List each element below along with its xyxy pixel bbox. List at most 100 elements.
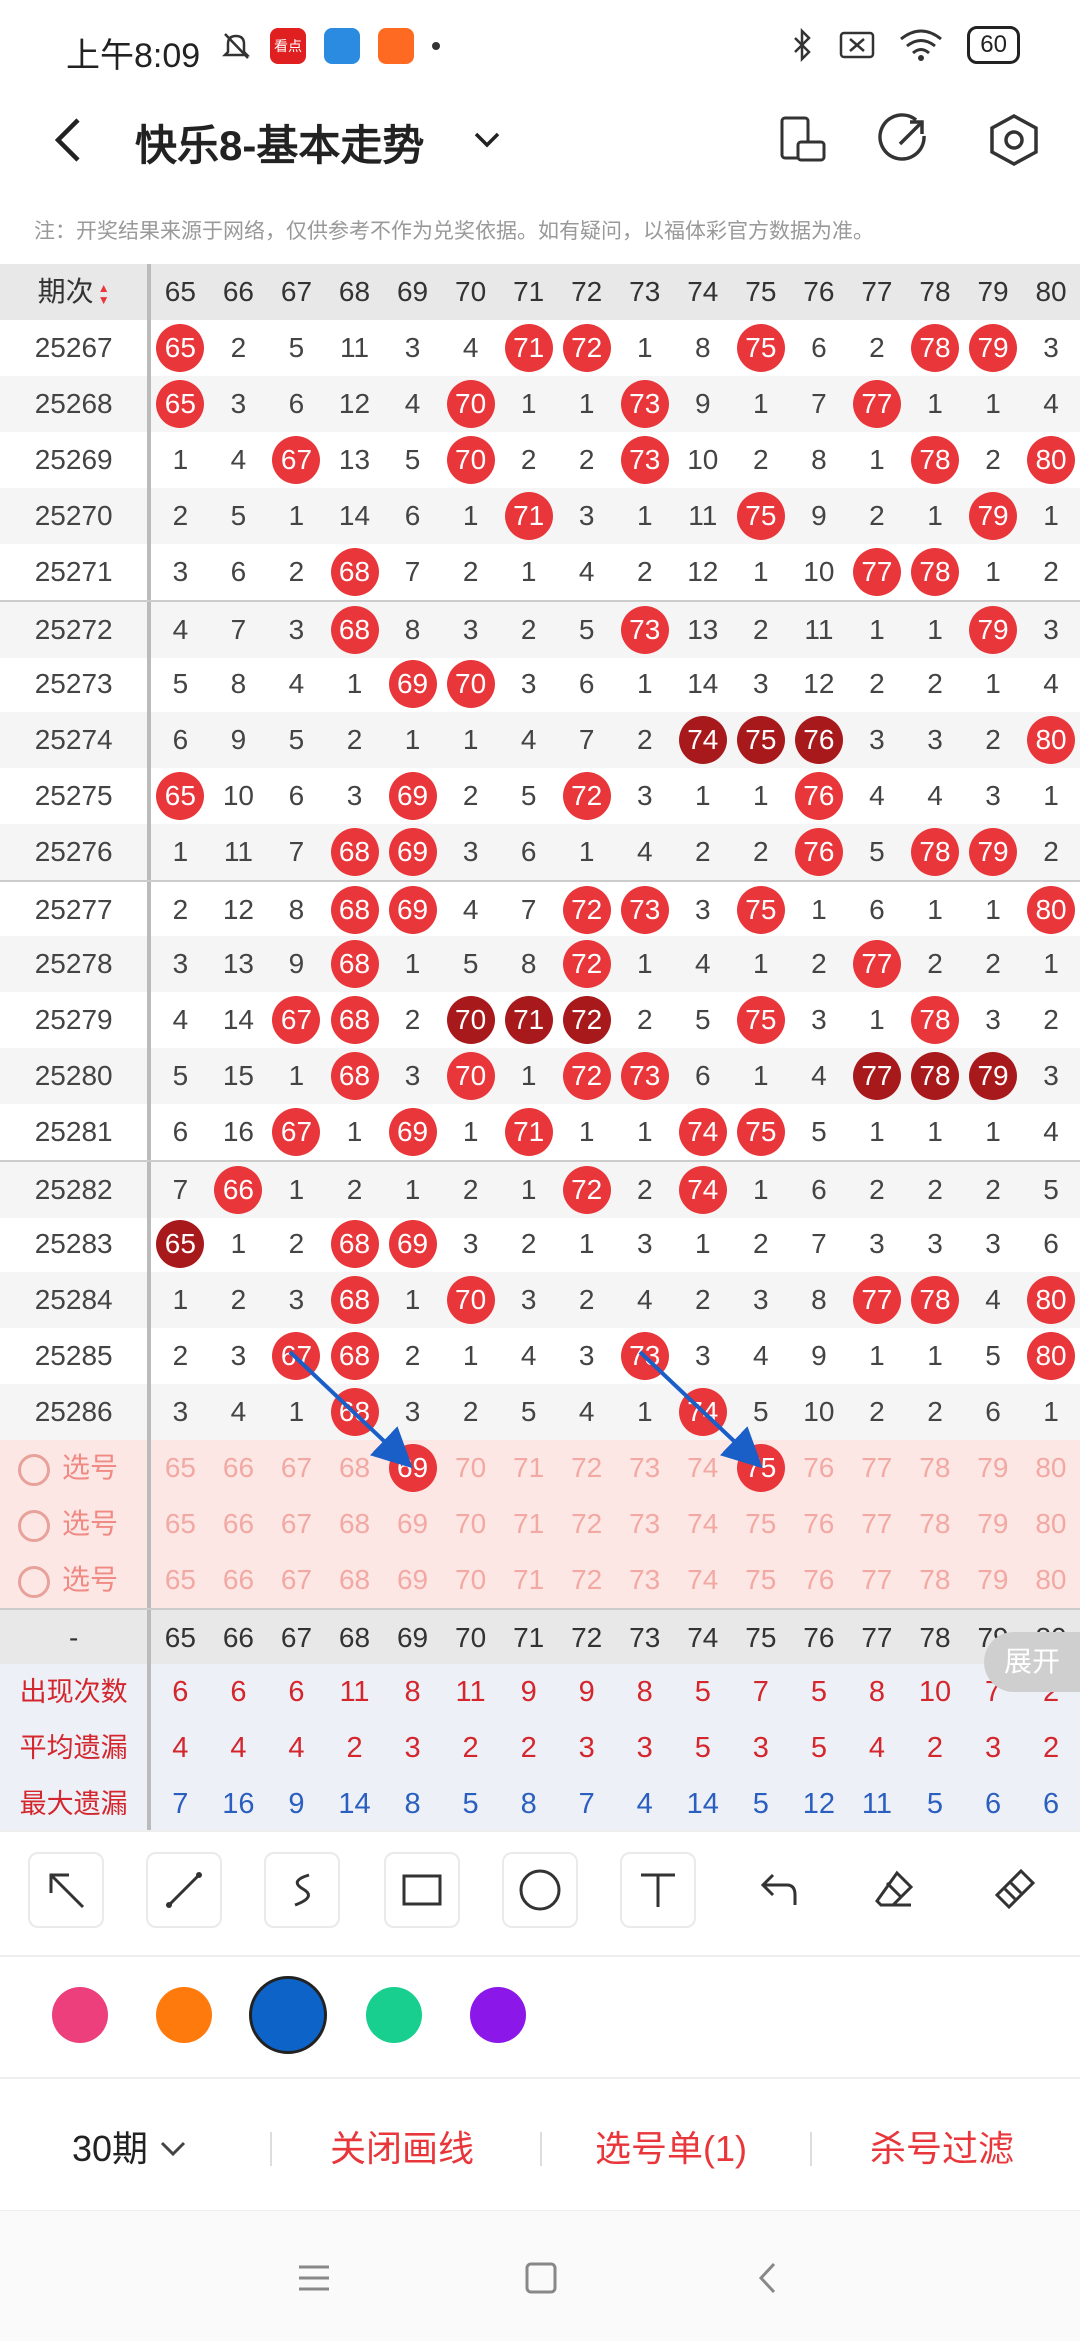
pick-number[interactable]: 75 xyxy=(732,1552,790,1608)
pick-number[interactable]: 74 xyxy=(674,1440,732,1496)
pick-number[interactable]: 71 xyxy=(500,1440,558,1496)
pick-number[interactable]: 75 xyxy=(732,1496,790,1552)
pick-number[interactable]: 79 xyxy=(964,1552,1022,1608)
back-icon[interactable] xyxy=(756,2261,780,2295)
text-tool[interactable] xyxy=(620,1852,696,1928)
kill-number-filter-button[interactable]: 杀号过滤 xyxy=(870,2120,1014,2172)
radio-button[interactable] xyxy=(18,1453,50,1486)
pick-number[interactable]: 79 xyxy=(964,1440,1022,1496)
picked-number-ball[interactable]: 75 xyxy=(736,1444,785,1492)
back-arrow-icon[interactable] xyxy=(44,114,92,166)
table-cell: 4 xyxy=(230,444,247,475)
arrow-tool[interactable] xyxy=(28,1852,104,1928)
radio-button[interactable] xyxy=(18,1565,50,1598)
pick-number[interactable]: 74 xyxy=(674,1496,732,1552)
pick-number[interactable]: 70 xyxy=(442,1496,500,1552)
select-row-toggle[interactable]: 选号 xyxy=(0,1496,152,1552)
pick-number[interactable]: 66 xyxy=(209,1440,267,1496)
pick-number[interactable]: 65 xyxy=(151,1440,209,1496)
pick-number[interactable]: 74 xyxy=(674,1552,732,1608)
table-cell: 4 xyxy=(230,1396,247,1427)
period-number: 25285 xyxy=(0,1328,152,1384)
pick-number[interactable]: 79 xyxy=(964,1496,1022,1552)
pick-number[interactable]: 66 xyxy=(209,1496,267,1552)
period-number: 25276 xyxy=(0,824,152,880)
settings-icon[interactable] xyxy=(986,112,1042,168)
pick-number[interactable]: 67 xyxy=(267,1440,325,1496)
pick-number[interactable]: 77 xyxy=(848,1440,906,1496)
pick-number[interactable]: 72 xyxy=(558,1440,616,1496)
pick-number[interactable]: 76 xyxy=(790,1496,848,1552)
pick-number[interactable]: 75 xyxy=(732,1440,790,1496)
pick-number[interactable]: 68 xyxy=(326,1496,384,1552)
line-tool[interactable] xyxy=(146,1852,222,1928)
color-swatch-green[interactable] xyxy=(366,1987,422,2043)
winning-number-ball: 76 xyxy=(794,772,843,820)
pick-number[interactable]: 68 xyxy=(326,1552,384,1608)
color-swatch-pink[interactable] xyxy=(52,1987,108,2043)
pick-number[interactable]: 77 xyxy=(848,1496,906,1552)
color-swatch-blue[interactable] xyxy=(249,1976,327,2054)
pick-number[interactable]: 65 xyxy=(151,1496,209,1552)
table-cell: 77 xyxy=(848,376,906,432)
color-swatch-purple[interactable] xyxy=(470,1987,526,2043)
eraser-tool[interactable] xyxy=(856,1852,932,1928)
pick-number[interactable]: 80 xyxy=(1022,1496,1080,1552)
pick-number[interactable]: 78 xyxy=(906,1440,964,1496)
pick-number[interactable]: 69 xyxy=(384,1440,442,1496)
picked-number-ball[interactable]: 69 xyxy=(388,1444,437,1492)
select-row-toggle[interactable]: 选号 xyxy=(0,1440,152,1496)
pick-number[interactable]: 73 xyxy=(616,1496,674,1552)
close-drawing-button[interactable]: 关闭画线 xyxy=(330,2120,474,2172)
period-select[interactable]: 30期 xyxy=(72,2120,188,2172)
chevron-down-icon[interactable] xyxy=(470,122,504,156)
period-header[interactable]: 期次 ▲▼ xyxy=(0,264,152,320)
share-icon[interactable] xyxy=(876,112,932,168)
pick-number[interactable]: 76 xyxy=(790,1552,848,1608)
select-row-toggle[interactable]: 选号 xyxy=(0,1552,152,1608)
pick-number[interactable]: 76 xyxy=(790,1440,848,1496)
pick-number[interactable]: 80 xyxy=(1022,1552,1080,1608)
pick-number[interactable]: 72 xyxy=(558,1552,616,1608)
pick-number[interactable]: 69 xyxy=(384,1496,442,1552)
pick-number[interactable]: 70 xyxy=(442,1552,500,1608)
pick-number[interactable]: 65 xyxy=(151,1552,209,1608)
circle-tool[interactable] xyxy=(502,1852,578,1928)
table-cell: 76 xyxy=(790,712,848,768)
pick-list-button[interactable]: 选号单(1) xyxy=(595,2120,747,2172)
pick-number[interactable]: 71 xyxy=(500,1552,558,1608)
pick-number[interactable]: 71 xyxy=(500,1496,558,1552)
pick-number[interactable]: 80 xyxy=(1022,1440,1080,1496)
pick-number[interactable]: 72 xyxy=(558,1496,616,1552)
pick-number[interactable]: 66 xyxy=(209,1552,267,1608)
expand-button[interactable]: 展开 xyxy=(984,1632,1080,1692)
page-title[interactable]: 快乐8-基本走势 xyxy=(135,112,424,173)
pick-number[interactable]: 67 xyxy=(267,1496,325,1552)
clear-tool[interactable] xyxy=(976,1852,1052,1928)
pick-number[interactable]: 67 xyxy=(267,1552,325,1608)
pick-number[interactable]: 77 xyxy=(848,1552,906,1608)
curve-tool[interactable] xyxy=(264,1852,340,1928)
rotate-screen-icon[interactable] xyxy=(774,112,830,168)
pick-number[interactable]: 78 xyxy=(906,1496,964,1552)
sort-icon[interactable]: ▲▼ xyxy=(98,282,110,306)
color-swatch-orange[interactable] xyxy=(156,1987,212,2043)
menu-icon[interactable] xyxy=(296,2263,332,2293)
period-number: 25275 xyxy=(0,768,152,824)
radio-button[interactable] xyxy=(18,1509,50,1542)
home-icon[interactable] xyxy=(524,2261,558,2295)
pick-number[interactable]: 73 xyxy=(616,1440,674,1496)
table-cell: 1 xyxy=(636,668,653,699)
pick-number[interactable]: 73 xyxy=(616,1552,674,1608)
pick-number[interactable]: 69 xyxy=(384,1552,442,1608)
pick-number[interactable]: 70 xyxy=(442,1440,500,1496)
stat-value: 4 xyxy=(868,1732,885,1764)
table-row: 25284 1 2 3 68 1 70 3 2 4 2 3 8 77 78 4 80 xyxy=(0,1272,1080,1328)
rectangle-tool[interactable] xyxy=(384,1852,460,1928)
table-cell: 1 xyxy=(753,1060,769,1091)
pick-number[interactable]: 68 xyxy=(326,1440,384,1496)
app-icon-shop xyxy=(378,28,414,64)
pick-number[interactable]: 78 xyxy=(906,1552,964,1608)
table-cell: 3 xyxy=(636,1228,653,1259)
undo-tool[interactable] xyxy=(738,1852,814,1928)
